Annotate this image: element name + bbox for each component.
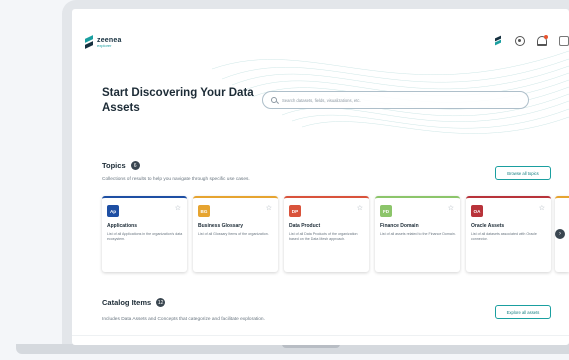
explore-all-assets-button[interactable]: Explore all assets <box>495 305 551 319</box>
topic-card-finance-domain[interactable]: FD ☆ Finance Domain List of all assets r… <box>375 196 460 272</box>
catalog-header: Catalog Items 12 <box>102 298 166 307</box>
logo-mark-icon <box>85 36 93 48</box>
topics-count-badge: 6 <box>130 161 140 170</box>
hero-title: Start Discovering Your Data Assets <box>102 87 254 114</box>
topic-title: Applications <box>107 223 138 229</box>
top-bar-actions <box>493 35 569 46</box>
topic-card-business-glossary[interactable]: BG ☆ Business Glossary List of all Gloss… <box>193 196 278 272</box>
topic-title: Oracle Assets <box>471 223 505 229</box>
topics-header: Topics 6 <box>102 161 140 170</box>
topic-badge: BG <box>198 205 210 217</box>
topic-title: Finance Domain <box>380 223 419 229</box>
top-bar: zeenea explorer <box>72 9 569 59</box>
star-icon[interactable]: ☆ <box>448 204 454 212</box>
divider <box>72 335 569 336</box>
topic-title: Data Product <box>289 223 321 229</box>
topic-title: Business Glossary <box>198 223 244 229</box>
topic-description: List of all datasets associated with Ora… <box>471 232 537 241</box>
user-menu-icon[interactable] <box>559 36 569 46</box>
topic-description: List of all Glossary Items of the organi… <box>198 232 269 236</box>
search-input[interactable]: Search datasets, fields, visualizations,… <box>262 91 529 109</box>
star-icon[interactable]: ☆ <box>539 204 545 212</box>
studio-switch-icon[interactable] <box>493 36 503 46</box>
topic-description: List of all Applications in the organiza… <box>107 232 183 241</box>
notification-dot <box>544 35 548 39</box>
topic-card-oracle-assets[interactable]: OA ☆ Oracle Assets List of all datasets … <box>466 196 551 272</box>
star-icon[interactable]: ☆ <box>266 204 272 212</box>
catalog-count-badge: 12 <box>156 298 166 307</box>
topic-badge: FD <box>380 205 392 217</box>
topic-card-data-product[interactable]: DP ☆ Data Product List of all Data Produ… <box>284 196 369 272</box>
zeenea-logo[interactable]: zeenea explorer <box>85 36 122 48</box>
settings-icon[interactable] <box>515 36 525 46</box>
catalog-title: Catalog Items <box>102 298 152 307</box>
topics-description: Collections of results to help you navig… <box>102 177 250 182</box>
topic-card-applications[interactable]: Ap ☆ Applications List of all Applicatio… <box>102 196 187 272</box>
search-placeholder: Search datasets, fields, visualizations,… <box>282 97 361 103</box>
topic-badge: OA <box>471 205 483 217</box>
topic-description: List of all Data Products of the organiz… <box>289 232 358 241</box>
topic-badge: DP <box>289 205 301 217</box>
app-window: zeenea explorer Start Discovering Your D… <box>72 9 569 345</box>
topics-title: Topics <box>102 161 126 170</box>
search-icon <box>271 97 277 103</box>
star-icon[interactable]: ☆ <box>357 204 363 212</box>
topic-badge: Ap <box>107 205 119 217</box>
catalog-description: Includes Data Assets and Concepts that c… <box>102 317 265 322</box>
chevron-right-icon[interactable]: › <box>555 229 565 239</box>
browse-all-topics-button[interactable]: Browse all topics <box>495 166 551 180</box>
star-icon[interactable]: ☆ <box>175 204 181 212</box>
logo-subtitle: explorer <box>97 42 112 48</box>
notifications-icon[interactable] <box>537 35 548 46</box>
topic-description: List of all assets related to the Financ… <box>380 232 456 236</box>
